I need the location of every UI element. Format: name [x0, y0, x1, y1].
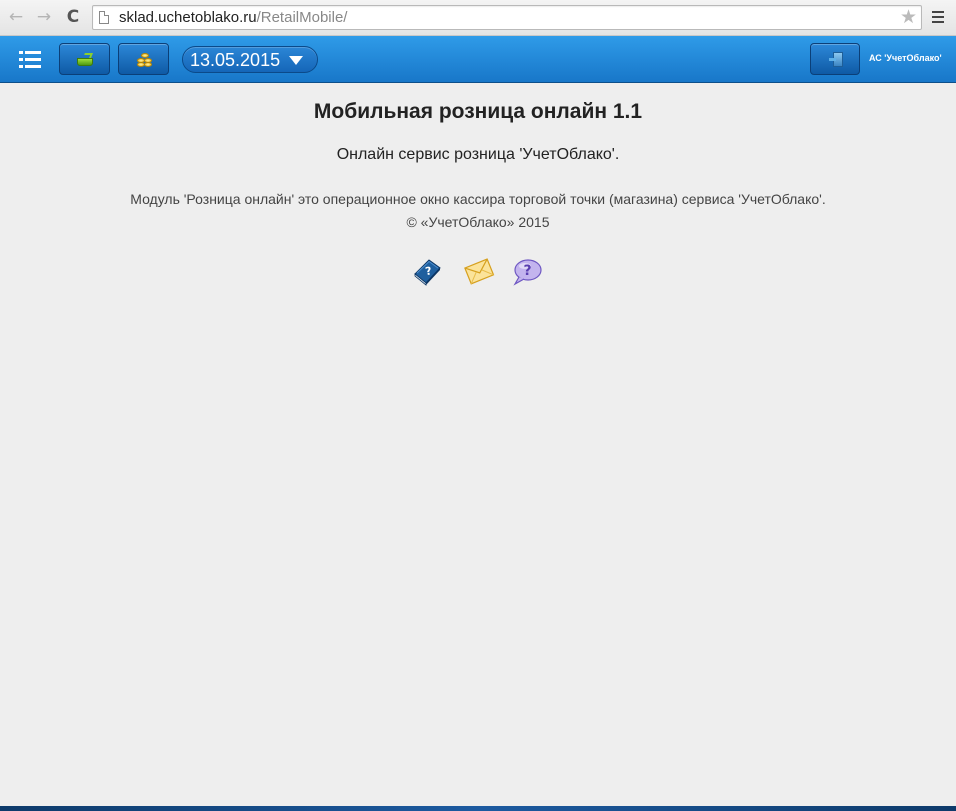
coins-icon — [137, 51, 153, 68]
url-text[interactable]: sklad.uchetoblako.ru/RetailMobile/ — [119, 9, 347, 26]
url-host: sklad.uchetoblako.ru — [119, 9, 257, 26]
page-icon — [99, 11, 109, 24]
basket-icon — [77, 53, 93, 66]
module-description: Модуль 'Розница онлайн' это операционное… — [130, 191, 826, 207]
forward-arrow-icon[interactable]: → — [33, 6, 55, 28]
browser-toolbar: ← → C sklad.uchetoblako.ru/RetailMobile/… — [0, 0, 956, 36]
service-subtitle: Онлайн сервис розница 'УчетОблако'. — [336, 146, 620, 163]
reload-icon[interactable]: C — [62, 6, 84, 28]
envelope-icon[interactable] — [463, 255, 495, 287]
exit-button[interactable] — [810, 43, 860, 75]
svg-text:?: ? — [524, 263, 532, 279]
date-picker[interactable]: 13.05.2015 — [182, 46, 318, 73]
taskbar-edge — [0, 806, 956, 811]
organization-label: АС 'УчетОблако' — [869, 53, 942, 63]
list-icon[interactable] — [19, 51, 41, 69]
chevron-down-icon — [289, 56, 303, 65]
exit-icon — [829, 52, 843, 67]
help-links: ? ? — [0, 254, 956, 290]
address-bar[interactable]: sklad.uchetoblako.ru/RetailMobile/ ★ — [92, 5, 922, 30]
bookmark-star-icon[interactable]: ★ — [900, 6, 917, 29]
app-toolbar: 13.05.2015 АС 'УчетОблако' — [0, 36, 956, 83]
speech-bubble-help-icon[interactable]: ? — [511, 257, 543, 287]
date-value: 13.05.2015 — [190, 50, 281, 70]
back-arrow-icon[interactable]: ← — [5, 6, 27, 28]
browser-menu-icon[interactable] — [932, 11, 944, 23]
url-path: /RetailMobile/ — [256, 9, 348, 26]
book-help-icon[interactable]: ? — [412, 256, 442, 286]
sales-button[interactable] — [59, 43, 110, 75]
copyright-text: © «УчетОблако» 2015 — [406, 214, 550, 230]
cash-button[interactable] — [118, 43, 169, 75]
page-title: Мобильная розница онлайн 1.1 — [313, 100, 643, 123]
